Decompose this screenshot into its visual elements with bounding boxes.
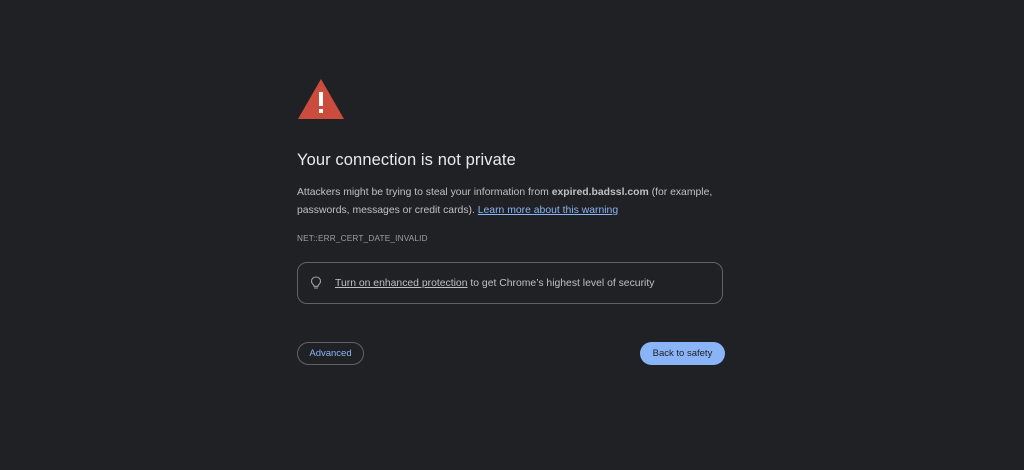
protection-message: Turn on enhanced protection to get Chrom…: [335, 278, 654, 289]
interstitial-page: Your connection is not private Attackers…: [0, 0, 1024, 470]
main-content: Your connection is not private Attackers…: [297, 78, 725, 243]
advanced-button[interactable]: Advanced: [297, 342, 364, 365]
warning-triangle-icon: [298, 79, 344, 119]
description-text-start: Attackers might be trying to steal your …: [297, 187, 552, 198]
protection-rest-text: to get Chrome’s highest level of securit…: [467, 277, 655, 289]
lightbulb-icon: [310, 276, 322, 289]
page-title: Your connection is not private: [297, 151, 516, 169]
error-code: NET::ERR_CERT_DATE_INVALID: [297, 234, 428, 243]
enhanced-protection-link[interactable]: Turn on enhanced protection: [335, 278, 467, 289]
enhanced-protection-banner: Turn on enhanced protection to get Chrom…: [297, 262, 723, 304]
back-to-safety-button[interactable]: Back to safety: [640, 342, 725, 365]
warning-description: Attackers might be trying to steal your …: [297, 184, 725, 220]
site-domain: expired.badssl.com: [551, 187, 649, 198]
learn-more-link[interactable]: Learn more about this warning: [478, 205, 618, 216]
